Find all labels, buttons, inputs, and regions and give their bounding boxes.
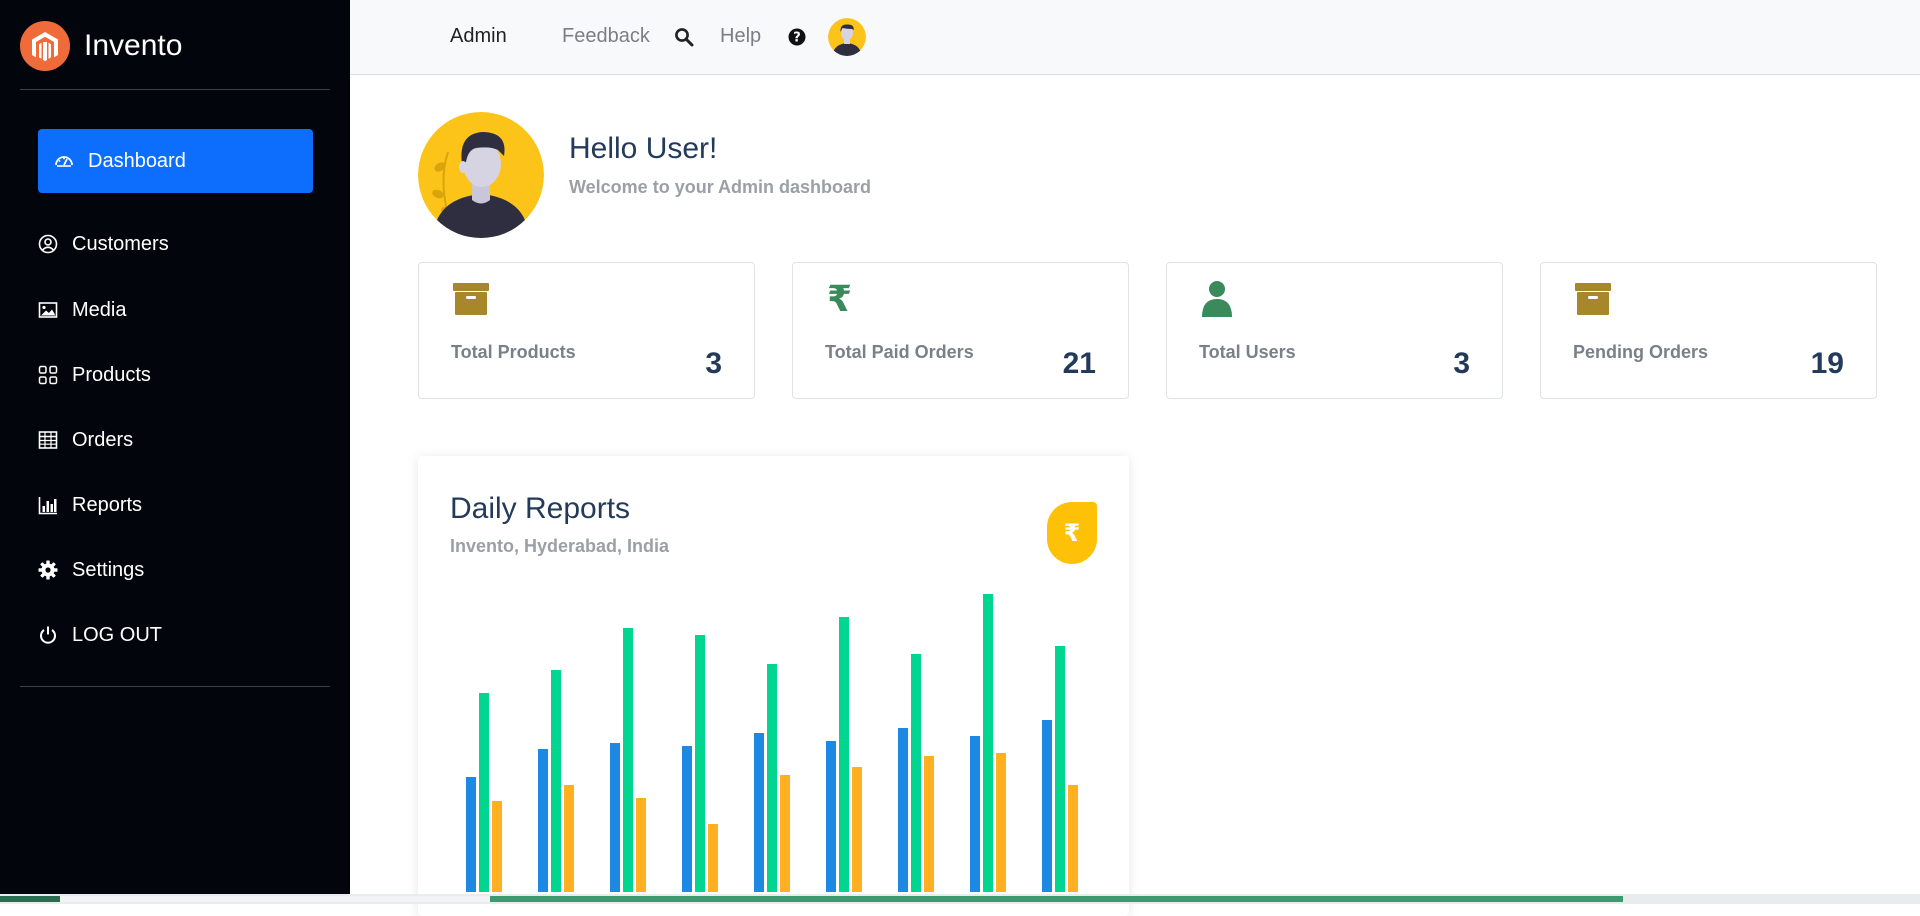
report-title: Daily Reports: [450, 492, 631, 525]
chart-bar: [1042, 720, 1052, 892]
magento-logo-icon: [20, 21, 70, 71]
sidebar-item-logout[interactable]: LOG OUT: [38, 615, 162, 655]
chart-bar: [610, 743, 620, 892]
stat-card-pending-orders[interactable]: Pending Orders 19: [1540, 262, 1877, 399]
question-circle-icon[interactable]: ?: [787, 27, 807, 47]
sidebar-divider-bottom: [20, 686, 330, 687]
report-subtitle: Invento, Hyderabad, India: [450, 536, 670, 556]
table-icon: [38, 431, 58, 449]
svg-text:₹: ₹: [827, 279, 852, 319]
chart-bar: [551, 670, 561, 892]
greeting-subtitle: Welcome to your Admin dashboard: [569, 177, 872, 197]
stat-card-total-paid-orders[interactable]: ₹ Total Paid Orders 21: [792, 262, 1129, 399]
chart-bar: [767, 664, 777, 892]
chart-bar: [754, 733, 764, 892]
power-icon: [40, 626, 56, 644]
chart-bar: [538, 749, 548, 892]
svg-text:?: ?: [793, 31, 801, 46]
stat-label: Total Products: [451, 342, 576, 362]
sidebar-item-settings[interactable]: Settings: [38, 550, 144, 590]
horizontal-scrollbar[interactable]: [0, 894, 1920, 904]
stat-label: Pending Orders: [1573, 342, 1709, 362]
gear-icon: [38, 560, 58, 580]
daily-reports-panel: Daily Reports Invento, Hyderabad, India …: [418, 456, 1129, 916]
scrollbar-segment: [0, 896, 60, 902]
chart-bar: [682, 746, 692, 892]
sidebar-item-customers[interactable]: Customers: [38, 224, 169, 264]
chart-bar: [623, 628, 633, 892]
sidebar-item-reports[interactable]: Reports: [38, 485, 142, 525]
chart-bar: [996, 753, 1006, 892]
sidebar-item-dashboard[interactable]: Dashboard: [38, 129, 313, 193]
sidebar-item-label: Customers: [72, 232, 169, 255]
stat-value: 19: [1810, 347, 1844, 380]
brand[interactable]: Invento: [20, 20, 182, 72]
stat-value: 3: [1453, 347, 1470, 380]
chart-bar: [911, 654, 921, 892]
chart-bar: [466, 777, 476, 892]
top-navbar: Admin Feedback Help ?: [350, 0, 1920, 75]
sidebar: Invento Dashboard Customers Media Produc…: [0, 0, 350, 904]
stat-value: 21: [1062, 347, 1096, 380]
chart-bar: [479, 693, 489, 892]
archive-box-icon: [1575, 283, 1611, 315]
image-icon: [38, 302, 58, 318]
chart-bar: [708, 824, 718, 892]
scrollbar-segment: [60, 896, 490, 902]
chart-bar: [780, 775, 790, 892]
sidebar-item-products[interactable]: Products: [38, 355, 151, 395]
grid-icon: [38, 365, 58, 385]
sidebar-item-label: LOG OUT: [72, 623, 163, 646]
sidebar-item-label: Dashboard: [88, 149, 186, 172]
user-icon: [1202, 281, 1232, 317]
greeting-heading: Hello User!: [569, 132, 718, 165]
speedometer-icon: [55, 156, 73, 167]
nav-help-link[interactable]: Help: [720, 25, 761, 48]
stat-label: Total Paid Orders: [825, 342, 974, 362]
archive-box-icon: [453, 283, 489, 315]
nav-feedback-link[interactable]: Feedback: [562, 25, 650, 48]
sidebar-item-label: Products: [72, 363, 151, 386]
chart-bar: [970, 736, 980, 892]
chart-bar: [826, 741, 836, 892]
stat-card-total-products[interactable]: Total Products 3: [418, 262, 755, 399]
chart-bar: [924, 756, 934, 892]
chart-bar: [564, 785, 574, 892]
chart-bar: [492, 801, 502, 892]
stat-label: Total Users: [1199, 342, 1296, 362]
sidebar-divider-top: [20, 89, 330, 90]
nav-admin-link[interactable]: Admin: [450, 25, 507, 48]
chart-bar: [1055, 646, 1065, 892]
sidebar-item-label: Media: [72, 298, 127, 321]
profile-avatar: [418, 112, 544, 238]
user-avatar[interactable]: [828, 18, 866, 56]
chart-bar: [1068, 785, 1078, 892]
sidebar-item-label: Orders: [72, 428, 134, 451]
sidebar-item-label: Settings: [72, 558, 145, 581]
sidebar-item-orders[interactable]: Orders: [38, 420, 133, 460]
stat-value: 3: [705, 347, 722, 380]
chart-bar: [983, 594, 993, 892]
user-circle-icon: [38, 234, 58, 254]
search-icon[interactable]: [674, 27, 694, 47]
chart-bar: [898, 728, 908, 892]
sidebar-item-label: Reports: [72, 493, 143, 516]
bar-chart-icon: [38, 497, 57, 515]
stat-card-total-users[interactable]: Total Users 3: [1166, 262, 1503, 399]
chart-bar: [852, 767, 862, 892]
rupee-icon: ₹: [827, 279, 852, 319]
chart-bar: [636, 798, 646, 892]
sidebar-item-media[interactable]: Media: [38, 290, 126, 330]
brand-name: Invento: [84, 29, 183, 62]
chart-bar: [839, 617, 849, 892]
rupee-badge-icon[interactable]: ₹: [1047, 502, 1097, 564]
chart-bar: [695, 635, 705, 892]
